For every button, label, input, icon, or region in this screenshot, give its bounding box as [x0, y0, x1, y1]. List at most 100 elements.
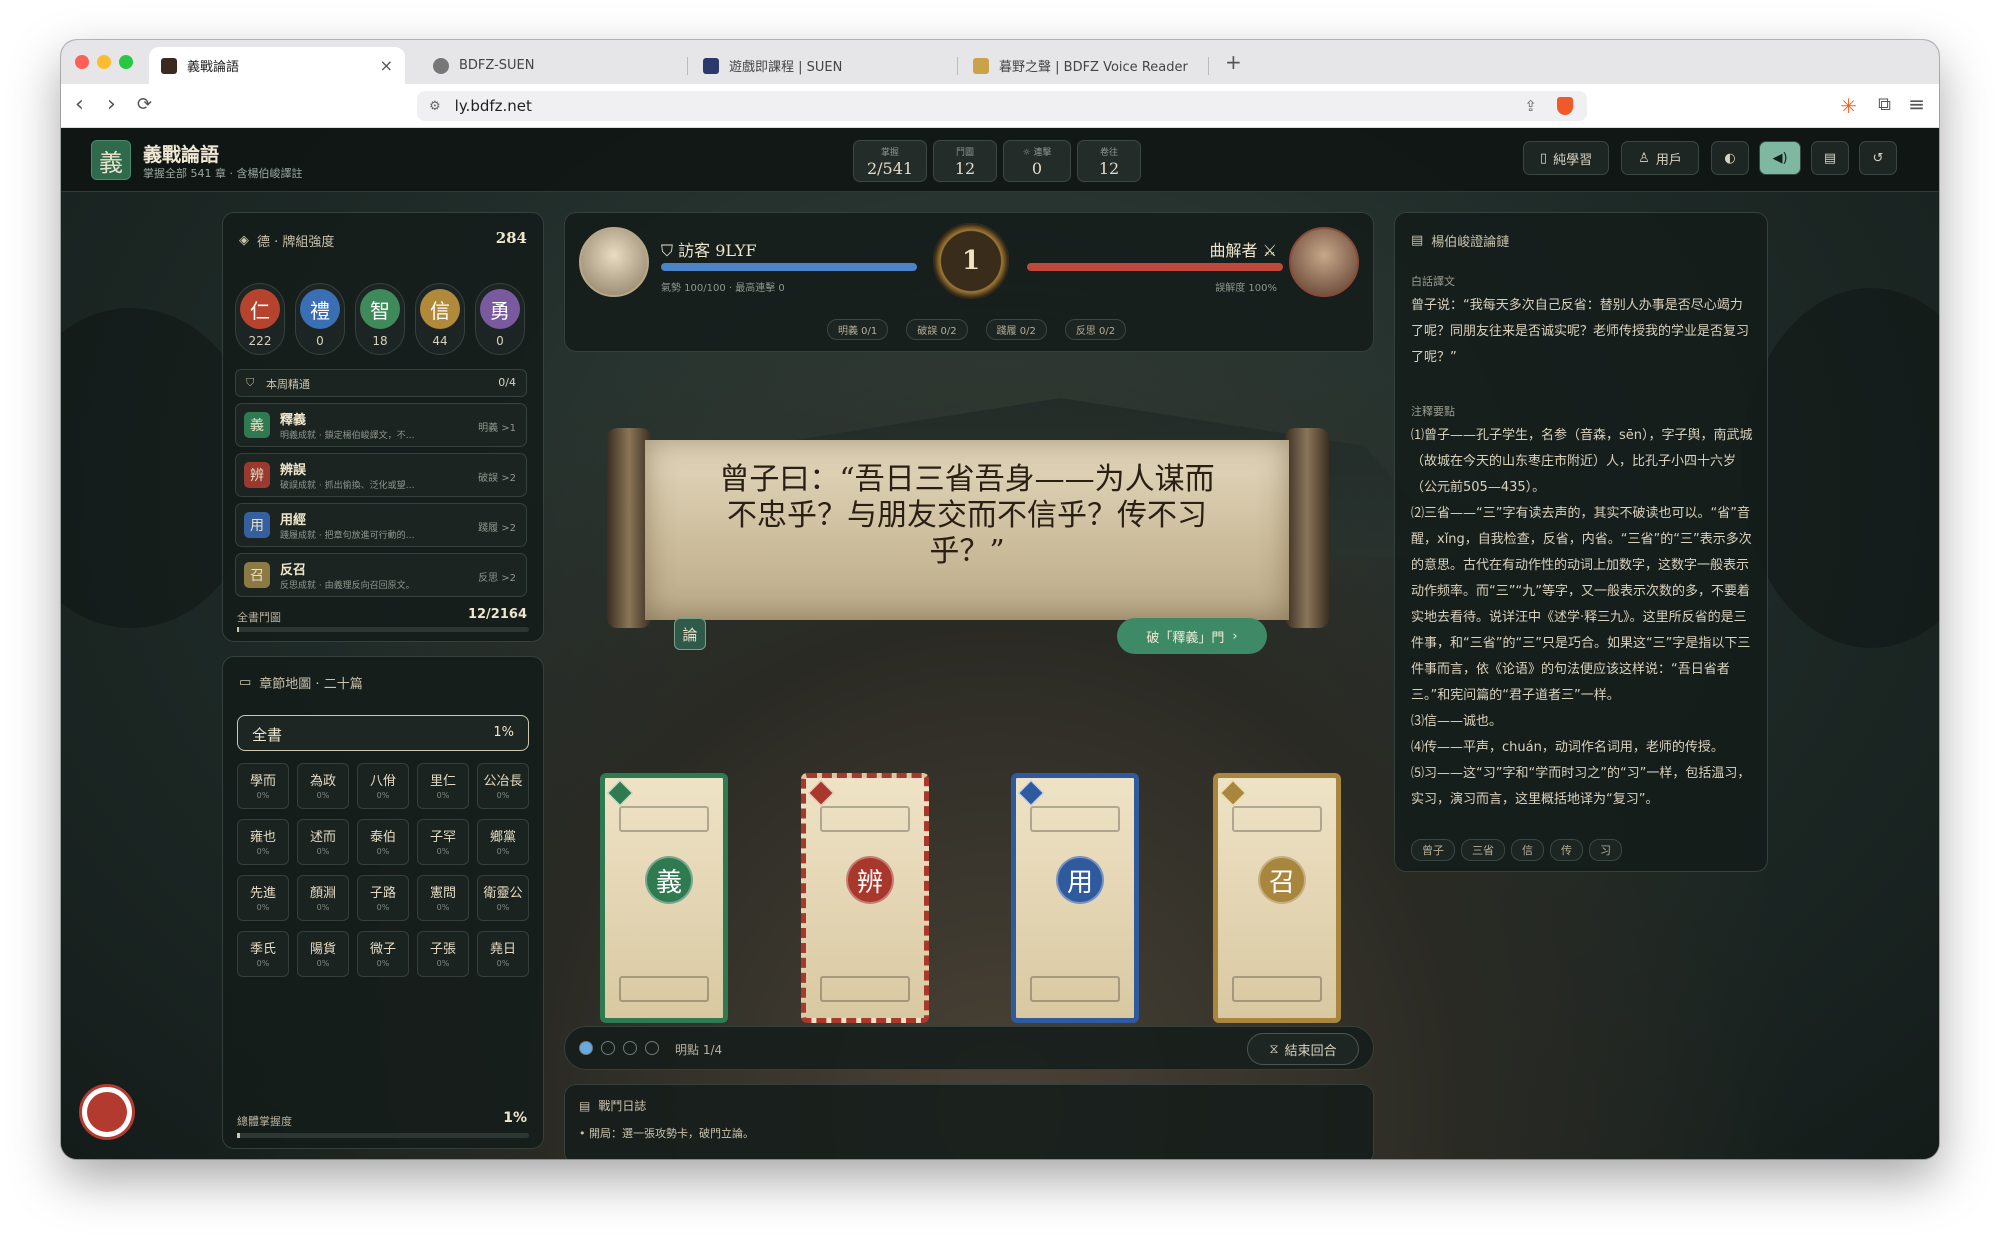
chapter-pct: 0% [316, 959, 330, 968]
card-bian[interactable]: 辨 [801, 773, 929, 1023]
leo-ai-icon[interactable]: ✳ [1840, 94, 1857, 118]
keyword-tag[interactable]: 信 [1511, 839, 1544, 861]
brave-shield-icon[interactable] [1557, 97, 1573, 115]
chapter-button[interactable]: 學而 0% [237, 763, 289, 809]
chapter-button[interactable]: 微子 0% [357, 931, 409, 977]
card-yi[interactable]: 義 [600, 773, 728, 1023]
keyword-tag[interactable]: 传 [1550, 839, 1583, 861]
chapter-button[interactable]: 子路 0% [357, 875, 409, 921]
tab-bdfz-suen[interactable]: BDFZ-SUEN [421, 47, 681, 84]
study-mode-button[interactable]: ▯ 純學習 [1523, 141, 1609, 175]
reset-icon: ↺ [1872, 150, 1884, 166]
shield-icon: ⛉ [246, 376, 255, 389]
chapter-button[interactable]: 季氏 0% [237, 931, 289, 977]
tab-divider [687, 57, 688, 75]
site-settings-icon[interactable]: ⚙ [429, 99, 441, 114]
address-bar-row: ‹ › ⟳ ⚙ ly.bdfz.net ⇪ ✳ ⧉ ≡ [61, 84, 1939, 128]
keyword-tag[interactable]: 习 [1589, 839, 1622, 861]
chapter-all-button[interactable]: 全書 1% [237, 715, 529, 751]
chapter-name: 先進 [249, 886, 276, 901]
keyword-tag[interactable]: 三省 [1461, 839, 1505, 861]
back-icon[interactable]: ‹ [75, 94, 84, 116]
keyword-tag[interactable]: 曾子 [1411, 839, 1455, 861]
chapter-button[interactable]: 子罕 0% [417, 819, 469, 865]
overall-progress-bar [237, 1133, 529, 1138]
share-icon[interactable]: ⇪ [1524, 97, 1537, 115]
tab-yizhan[interactable]: 義戰論語 × [149, 47, 405, 84]
chapter-button[interactable]: 衛靈公 0% [477, 875, 529, 921]
chapter-button[interactable]: 子張 0% [417, 931, 469, 977]
chapter-button[interactable]: 里仁 0% [417, 763, 469, 809]
chapter-button[interactable]: 為政 0% [297, 763, 349, 809]
close-tab-icon[interactable]: × [380, 56, 393, 75]
chapter-name: 子張 [429, 942, 456, 957]
url-text: ly.bdfz.net [454, 97, 532, 115]
card-cost-band [820, 976, 910, 1002]
new-tab-button[interactable]: + [1225, 50, 1242, 74]
reset-button[interactable]: ↺ [1859, 141, 1897, 175]
virtue-li[interactable]: 禮0 [295, 283, 345, 355]
chip-jianlv: 踐履 0/2 [985, 319, 1047, 340]
game-viewport: 義 義戰論語 掌握全部 541 章 · 含楊伯峻譯註 掌握 2/541 鬥圖 12 … [61, 128, 1939, 1159]
chapter-pct: 0% [316, 791, 330, 800]
chapter-pct: 0% [496, 791, 510, 800]
quote-scroll: 曾子曰：“吾日三省吾身——为人谋而不忠乎？与朋友交而不信乎？传不习乎？” [645, 440, 1289, 620]
chapter-pct: 0% [496, 903, 510, 912]
skill-fanzhao[interactable]: 召反召 反思成就 · 由義理反向召回原文。 反思 >2 [235, 553, 527, 597]
forward-icon[interactable]: › [107, 94, 116, 116]
chapter-button[interactable]: 堯日 0% [477, 931, 529, 977]
end-turn-button[interactable]: ⧖ 結束回合 [1247, 1033, 1359, 1065]
school-seal-logo[interactable] [79, 1084, 135, 1140]
seal-emblem-icon [87, 1092, 127, 1132]
minimize-window-button[interactable] [97, 55, 111, 69]
tab-voice-reader[interactable]: 暮野之聲 | BDFZ Voice Reader [961, 47, 1261, 84]
chapter-button[interactable]: 先進 0% [237, 875, 289, 921]
card-title-band [1030, 806, 1120, 832]
note-item: ⑵三省——“三”字有读去声的，其实不破读也可以。“省”音醒，xǐng，自我检查，… [1411, 506, 1752, 703]
virtue-xin[interactable]: 信 44 [415, 283, 465, 355]
chapter-button[interactable]: 憲問 0% [417, 875, 469, 921]
extensions-icon[interactable]: ⧉ [1878, 94, 1891, 115]
skill-yongjing[interactable]: 用用經 踐履成就 · 把章句放進可行動的… 踐履 >2 [235, 503, 527, 547]
theme-button[interactable]: ◐ [1711, 141, 1749, 175]
chapter-button[interactable]: 雍也 0% [237, 819, 289, 865]
card-gem-icon [1018, 780, 1044, 806]
player-stat: 氣勢 100/100 · 最高連擊 0 [661, 283, 785, 294]
card-zhao[interactable]: 召 [1213, 773, 1341, 1023]
tree-silhouette [1741, 288, 1939, 648]
card-yong[interactable]: 用 [1011, 773, 1139, 1023]
break-gate-button[interactable]: 破「釋義」門 › [1117, 618, 1267, 654]
user-button[interactable]: ♙ 用戶 [1621, 141, 1699, 175]
skill-bianwu[interactable]: 辨辨誤 破誤成就 · 抓出偷換、泛化或望… 破誤 >2 [235, 453, 527, 497]
browser-window: 義戰論語 × BDFZ-SUEN 遊戲即課程 | SUEN 暮野之聲 | BDF… [61, 40, 1939, 1159]
virtue-zhi[interactable]: 智 18 [355, 283, 405, 355]
archive-button[interactable]: ▤ [1811, 141, 1849, 175]
chapter-button[interactable]: 顏淵 0% [297, 875, 349, 921]
total-battles-label: 全書鬥圖 [237, 611, 281, 624]
chapter-button[interactable]: 鄉黨 0% [477, 819, 529, 865]
round-medallion: 1 [933, 223, 1009, 299]
chapter-name: 泰伯 [369, 830, 396, 845]
phase-pip [623, 1041, 637, 1055]
virtue-yong[interactable]: 勇0 [475, 283, 525, 355]
chapter-button[interactable]: 八佾 0% [357, 763, 409, 809]
chapter-button[interactable]: 陽貨 0% [297, 931, 349, 977]
virtue-ren[interactable]: 仁 222 [235, 283, 285, 355]
chapter-button[interactable]: 公冶長 0% [477, 763, 529, 809]
tab-suen-course[interactable]: 遊戲即課程 | SUEN [691, 47, 951, 84]
sound-toggle[interactable]: ◀) [1759, 141, 1801, 175]
phase-label: 明點 1/4 [675, 1043, 723, 1057]
tab-bar: 義戰論語 × BDFZ-SUEN 遊戲即課程 | SUEN 暮野之聲 | BDF… [61, 40, 1939, 84]
close-window-button[interactable] [75, 55, 89, 69]
zoom-window-button[interactable] [119, 55, 133, 69]
overall-mastery-value: 1% [503, 1110, 527, 1126]
card-gem-icon [607, 780, 633, 806]
menu-icon[interactable]: ≡ [1908, 92, 1925, 116]
chapter-button[interactable]: 述而 0% [297, 819, 349, 865]
reload-icon[interactable]: ⟳ [137, 94, 152, 116]
chapter-name: 憲問 [429, 886, 456, 901]
skill-shiyi[interactable]: 義釋義 明義成就 · 鎖定楊伯峻譯文，不… 明義 >1 [235, 403, 527, 447]
chapter-button[interactable]: 泰伯 0% [357, 819, 409, 865]
objective-chips: 明義 0/1 破誤 0/2 踐履 0/2 反思 0/2 [827, 319, 1132, 340]
url-field[interactable]: ⚙ ly.bdfz.net ⇪ [417, 91, 1587, 121]
